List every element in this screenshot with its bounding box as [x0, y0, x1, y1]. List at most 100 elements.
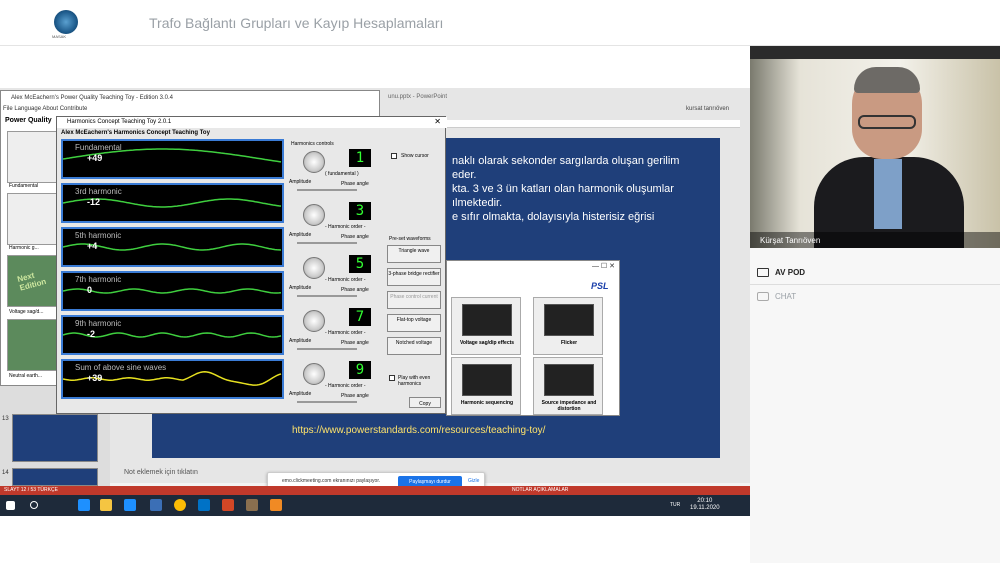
slide-url[interactable]: https://www.powerstandards.com/resources…: [292, 425, 545, 436]
amplitude-label: Amplitude: [289, 232, 312, 238]
windows-taskbar: TUR 20:10 19.11.2020: [0, 495, 750, 516]
amplitude-knob[interactable]: [303, 310, 325, 332]
preset-button[interactable]: Notched voltage: [387, 337, 441, 355]
harmonics-titlebar: Harmonics Concept Teaching Toy 2.0.1 ✕: [57, 117, 447, 128]
preset-button[interactable]: 3-phase bridge rectifier: [387, 268, 441, 286]
folder-icon[interactable]: [100, 499, 112, 511]
phase-label: Phase angle: [341, 234, 369, 240]
wave-label: Fundamental: [75, 143, 122, 152]
edge-icon[interactable]: [78, 499, 90, 511]
psl-card-flicker[interactable]: Flicker: [533, 297, 603, 355]
chrome-icon[interactable]: [174, 499, 186, 511]
status-right: NOTLAR AÇIKLAMALAR: [512, 487, 569, 493]
psl-card-label: Harmonic sequencing: [460, 400, 514, 406]
ppt-title: unu.pptx - PowerPoint: [388, 94, 448, 100]
amplitude-knob[interactable]: [303, 151, 325, 173]
phase-slider[interactable]: [297, 401, 357, 403]
hide-link[interactable]: Gizle: [468, 478, 479, 484]
show-cursor-checkbox[interactable]: [391, 153, 397, 159]
ppt-statusbar: SLAYT 12 / 53 TÜRKÇE NOTLAR AÇIKLAMALAR: [0, 486, 750, 495]
amplitude-knob[interactable]: [303, 257, 325, 279]
harmonic-order-display[interactable]: 5: [349, 255, 371, 273]
psl-card-image: [544, 364, 594, 396]
pq-window-title: Alex McEachern's Power Quality Teaching …: [11, 95, 174, 101]
psl-card-label: Voltage sag/dip effects: [459, 340, 515, 346]
logo: [54, 10, 78, 34]
copy-button[interactable]: Copy: [409, 397, 441, 408]
pq-card-fundamental[interactable]: [7, 131, 57, 183]
psl-window: — ☐ ✕ PSL Voltage sag/dip effects Flicke…: [446, 260, 620, 416]
harmonic-order-display[interactable]: 9: [349, 361, 371, 379]
status-left: SLAYT 12 / 53 TÜRKÇE: [4, 487, 58, 493]
powerpoint-icon[interactable]: [222, 499, 234, 511]
waveform-line: [63, 288, 282, 294]
app-icon[interactable]: [246, 499, 258, 511]
pq-card-harmonic[interactable]: [7, 193, 57, 245]
psl-card-sequencing[interactable]: Harmonic sequencing: [451, 357, 521, 415]
vlc-icon[interactable]: [270, 499, 282, 511]
psl-logo: PSL: [591, 281, 609, 291]
wave-value: +4: [87, 241, 98, 251]
amplitude-label: Amplitude: [289, 391, 312, 397]
preset-button[interactable]: Phase control current: [387, 291, 441, 309]
store-icon[interactable]: [150, 499, 162, 511]
wave-label: 7th harmonic: [75, 275, 122, 284]
pq-card-voltage-sag[interactable]: Next Edition: [7, 255, 57, 307]
slide-number-13: 13: [2, 416, 9, 422]
top-header: MASAK Trafo Bağlantı Grupları ve Kayıp H…: [0, 0, 1000, 46]
psl-card-image: [544, 304, 594, 336]
close-icon[interactable]: ✕: [434, 117, 441, 126]
pq-menu[interactable]: File Language About Contribute: [3, 106, 87, 112]
phase-label: Phase angle: [341, 181, 369, 187]
psl-card-sag[interactable]: Voltage sag/dip effects: [451, 297, 521, 355]
waveform-panel: 7th harmonic 0: [61, 271, 284, 311]
amplitude-label: Amplitude: [289, 179, 312, 185]
phase-slider[interactable]: [297, 348, 357, 350]
psl-card-image: [462, 304, 512, 336]
wave-label: Sum of above sine waves: [75, 363, 167, 372]
amplitude-knob[interactable]: [303, 363, 325, 385]
slide-line-2: eder.: [452, 169, 477, 181]
slide-thumb-13[interactable]: [12, 414, 98, 462]
search-icon[interactable]: [30, 501, 38, 509]
psl-card-impedance[interactable]: Source impedance and distortion: [533, 357, 603, 415]
av-pod-tab[interactable]: AV POD: [775, 268, 805, 277]
preset-button[interactable]: Flat-top voltage: [387, 314, 441, 332]
windows-start-icon[interactable]: [6, 501, 15, 510]
waveform-panel: Sum of above sine waves +39: [61, 359, 284, 399]
order-label: - Harmonic order -: [325, 330, 366, 336]
share-text: emo.clickmeeting.com ekranınızı paylaşıy…: [282, 478, 381, 484]
notes-placeholder[interactable]: Not eklemek için tıklatın: [124, 469, 198, 476]
harmonics-window: Harmonics Concept Teaching Toy 2.0.1 ✕ A…: [56, 116, 447, 414]
psl-card-image: [462, 364, 512, 396]
wave-label: 9th harmonic: [75, 319, 122, 328]
preset-button[interactable]: Triangle wave: [387, 245, 441, 263]
chat-tab[interactable]: CHAT: [775, 292, 796, 301]
wave-label: 3rd harmonic: [75, 187, 122, 196]
pq-heading: Power Quality: [5, 117, 52, 124]
slide-thumb-14[interactable]: [12, 468, 98, 486]
phase-slider[interactable]: [297, 242, 357, 244]
amplitude-label: Amplitude: [289, 338, 312, 344]
phase-slider[interactable]: [297, 295, 357, 297]
phase-label: Phase angle: [341, 287, 369, 293]
harmonic-order-display[interactable]: 1: [349, 149, 371, 167]
wave-value: -12: [87, 197, 101, 207]
language-indicator[interactable]: TUR: [670, 502, 680, 508]
phase-slider[interactable]: [297, 189, 357, 191]
clock[interactable]: 20:10 19.11.2020: [690, 498, 720, 512]
outlook-icon[interactable]: [198, 499, 210, 511]
even-harmonics-checkbox[interactable]: [389, 375, 395, 381]
controls-title: Harmonics controls: [291, 141, 334, 147]
amplitude-knob[interactable]: [303, 204, 325, 226]
pq-card-label: Neutral earth...: [9, 373, 43, 379]
edge-legacy-icon[interactable]: [124, 499, 136, 511]
window-controls[interactable]: — ☐ ✕: [592, 262, 615, 270]
pq-card-neutral[interactable]: [7, 319, 57, 371]
slide-line-3: kta. 3 ve 3 ün katları olan harmonik olu…: [452, 183, 674, 195]
clock-date: 19.11.2020: [690, 505, 720, 511]
order-label: - Harmonic order -: [325, 277, 366, 283]
harmonic-order-display[interactable]: 7: [349, 308, 371, 326]
harmonic-order-display[interactable]: 3: [349, 202, 371, 220]
waveform-line: [63, 332, 282, 338]
